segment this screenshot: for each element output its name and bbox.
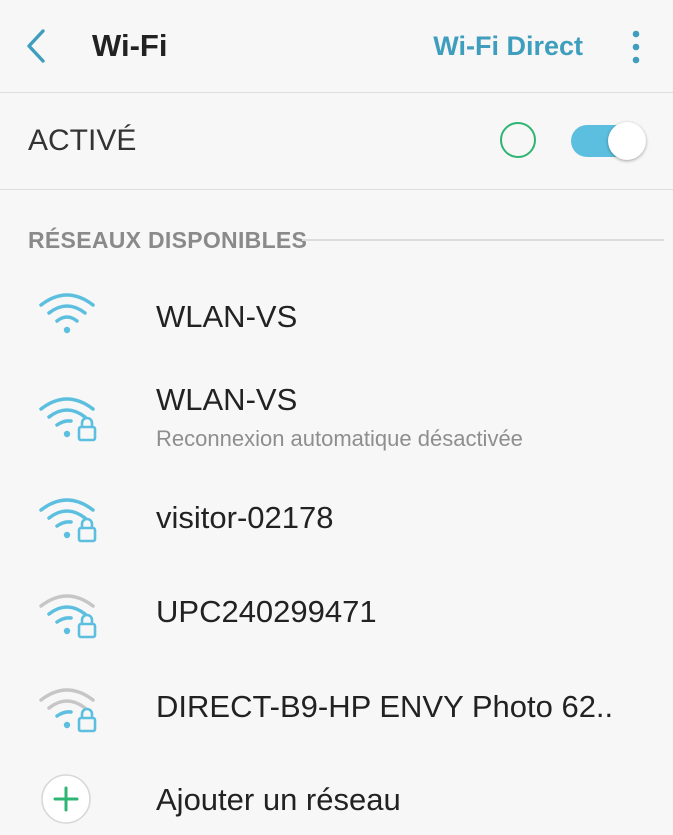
wifi-lock-icon (39, 688, 97, 733)
toggle-label: ACTIVÉ (28, 124, 137, 157)
more-options-button[interactable] (621, 24, 651, 68)
wifi-toggle-row[interactable]: ACTIVÉ (0, 93, 673, 190)
wifi-switch[interactable] (571, 122, 647, 160)
switch-knob (608, 122, 646, 160)
network-subtitle: Reconnexion automatique désactivée (156, 426, 523, 451)
network-name: UPC240299471 (156, 594, 377, 629)
add-network-label: Ajouter un réseau (156, 782, 401, 817)
network-name: DIRECT-B9-HP ENVY Photo 62.. (156, 689, 614, 724)
section-divider (302, 239, 664, 241)
network-name: WLAN-VS (156, 382, 298, 417)
wifi-lock-icon (39, 594, 97, 639)
network-name: visitor-02178 (156, 500, 334, 535)
more-vertical-icon (632, 30, 640, 64)
plus-icon (41, 774, 91, 824)
network-name: WLAN-VS (156, 299, 298, 334)
available-networks-header: RÉSEAUX DISPONIBLES (28, 227, 308, 253)
wifi-signal-icon (39, 293, 95, 334)
page-title: Wi-Fi (92, 28, 168, 63)
chevron-left-icon (27, 29, 45, 63)
wifi-lock-icon (39, 498, 97, 543)
wifi-direct-button[interactable]: Wi-Fi Direct (433, 24, 583, 68)
status-ring-icon (500, 122, 536, 158)
back-button[interactable] (14, 22, 58, 70)
app-header: Wi-Fi Wi-Fi Direct (0, 0, 673, 93)
wifi-lock-icon (39, 397, 97, 442)
